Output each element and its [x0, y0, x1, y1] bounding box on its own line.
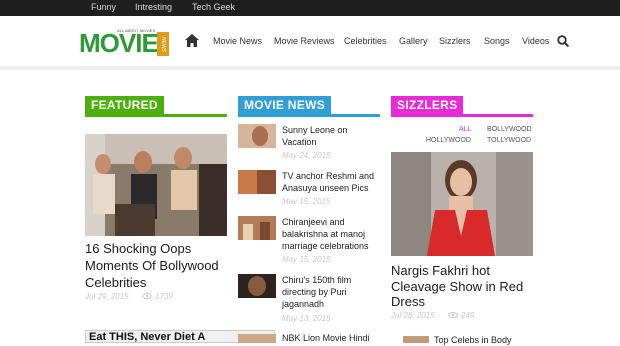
featured-views: 1739	[155, 292, 173, 301]
news-title-4[interactable]: Chiru's 150th film directing by Puri jag…	[282, 274, 378, 310]
logo-tagline: ALL ABOUT MOVIES	[117, 28, 156, 33]
nav-celebrities[interactable]: Celebrities	[344, 36, 387, 46]
featured-label: FEATURED	[85, 96, 164, 115]
featured-underline	[85, 114, 227, 117]
featured-title[interactable]: 16 Shocking Oops Moments Of Bollywood Ce…	[85, 240, 235, 291]
tab-bollywood[interactable]: BOLLYWOOD	[487, 126, 532, 133]
movie-news-underline	[238, 114, 380, 117]
sizzlers-views: 249	[461, 311, 475, 320]
news-title-3[interactable]: Chiranjeevi and balakrishna at manoj mar…	[282, 216, 378, 252]
news-thumb-3[interactable]	[238, 216, 276, 240]
sizzlers-label: SIZZLERS	[391, 96, 464, 115]
topbar-link-funny[interactable]: Funny	[91, 2, 116, 12]
news-date-2: May 15, 2015	[282, 197, 331, 206]
featured-date: Jul 29, 2015	[85, 292, 129, 301]
news-thumb-1[interactable]	[238, 124, 276, 148]
news-date-3: May 15, 2015	[282, 255, 331, 264]
topbar-link-tech-geek[interactable]: Tech Geek	[192, 2, 235, 12]
news-thumb-4[interactable]	[238, 274, 276, 298]
sizzlers-next-title[interactable]: Top Celebs in Body	[434, 334, 530, 346]
news-title-5[interactable]: NBK Lion Movie Hindi	[282, 332, 378, 344]
site-logo[interactable]: MOVIE ALL ABOUT MOVIES NEWS	[79, 28, 171, 58]
tab-hollywood[interactable]: HOLLYWOOD	[426, 137, 471, 144]
sizzlers-title[interactable]: Nargis Fakhri hot Cleavage Show in Red D…	[391, 263, 531, 310]
tab-tollywood[interactable]: TOLLYWOOD	[487, 137, 531, 144]
nav-gallery[interactable]: Gallery	[399, 36, 428, 46]
nav-videos[interactable]: Videos	[522, 36, 549, 46]
news-date-4: May 13, 2015	[282, 314, 331, 323]
sizzlers-image[interactable]	[391, 152, 533, 256]
eye-icon	[448, 312, 458, 318]
top-bar: Funny Intresting Tech Geek	[0, 0, 620, 16]
logo-side-badge: NEWS	[157, 32, 169, 56]
sizzlers-underline	[391, 114, 533, 117]
sizzlers-next-thumb[interactable]	[403, 333, 429, 343]
ad-text: Eat THIS, Never Diet A	[89, 331, 206, 343]
news-thumb-5[interactable]	[238, 332, 276, 343]
tab-all[interactable]: ALL	[459, 126, 471, 133]
home-icon[interactable]	[185, 34, 199, 47]
news-date-1: May 24, 2015	[282, 151, 331, 160]
nav-movie-reviews[interactable]: Movie Reviews	[274, 36, 335, 46]
featured-image[interactable]	[85, 134, 227, 236]
news-title-2[interactable]: TV anchor Reshmi and Anasuya unseen Pics	[282, 170, 378, 194]
search-icon[interactable]	[557, 35, 569, 47]
news-title-1[interactable]: Sunny Leone on Vacation	[282, 124, 378, 148]
nav-sizzlers[interactable]: Sizzlers	[439, 36, 471, 46]
eye-icon	[142, 293, 152, 299]
topbar-link-intresting[interactable]: Intresting	[135, 2, 172, 12]
news-thumb-2[interactable]	[238, 170, 276, 194]
sizzlers-date: Jul 28, 2015	[391, 311, 435, 320]
site-header: MOVIE ALL ABOUT MOVIES NEWS Movie News M…	[0, 16, 620, 66]
nav-songs[interactable]: Songs	[484, 36, 510, 46]
header-divider	[0, 66, 620, 70]
movie-news-label: MOVIE NEWS	[238, 96, 332, 115]
nav-movie-news[interactable]: Movie News	[213, 36, 262, 46]
